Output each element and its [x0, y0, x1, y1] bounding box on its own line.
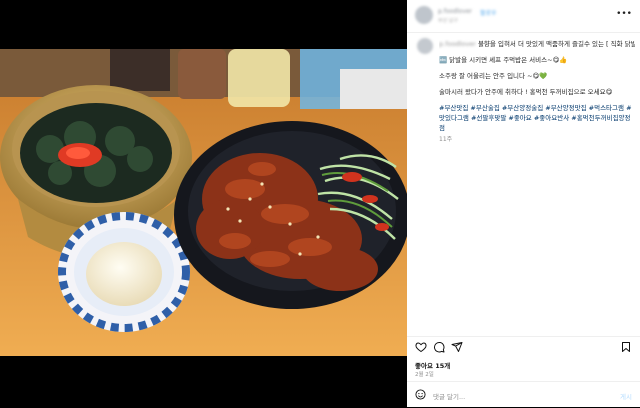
comment-bar: 댓글 달기... 게시	[407, 381, 640, 408]
caption-line: 소주랑 잘 어울리는 안주 입니다 ~😋💚	[439, 72, 548, 80]
food-photo-illustration	[0, 49, 407, 356]
post-details-panel: p.foodlover 팔로우 부산 남구 ••• p.foodlover 불향…	[407, 0, 640, 407]
post-comment-button[interactable]: 게시	[620, 391, 632, 401]
author-username[interactable]: p.foodlover	[438, 8, 472, 15]
comment-icon[interactable]	[433, 341, 445, 353]
more-horizontal-icon[interactable]: •••	[616, 9, 632, 19]
author-avatar[interactable]	[415, 6, 433, 24]
emoji-icon[interactable]	[415, 389, 426, 400]
caption-time: 11주	[439, 136, 453, 143]
follow-button[interactable]: 팔로우	[480, 8, 497, 17]
heart-icon[interactable]	[415, 341, 427, 353]
post-date: 2월 2일	[415, 372, 434, 378]
caption-line: 술마시러 왔다가 안주에 취하다 ! 홍먹천 두꺼비집으로 오세요😋	[439, 88, 613, 96]
caption-body: p.foodlover 불향을 입혀서 더 맛있게 맥줌하게 즐길수 있는 [ …	[439, 39, 635, 145]
comment-input[interactable]: 댓글 달기...	[433, 391, 465, 401]
post-media-area	[0, 0, 407, 407]
post-location[interactable]: 부산 남구	[438, 17, 458, 24]
caption-line: 불향을 입혀서 더 맛있게 맥줌하게 즐길수 있는 [ 직화 닭발🐔]	[477, 40, 635, 48]
caption-author-username[interactable]: p.foodlover	[439, 40, 476, 48]
post-header: p.foodlover 팔로우 부산 남구 •••	[407, 0, 640, 33]
bookmark-icon[interactable]	[620, 341, 632, 353]
caption-line: 🔤 닭발을 시키면 셰프 주먹밥은 서비스~😋👍	[439, 56, 568, 64]
caption-hashtags[interactable]: #부산맛집 #부산술집 #부산양정술집 #부산양정맛집 #먹스타그램 #맛있다그…	[439, 103, 635, 133]
post-actions-bar	[407, 336, 640, 357]
share-icon[interactable]	[451, 341, 463, 353]
like-count[interactable]: 좋아요 15개	[415, 360, 450, 370]
caption-author-avatar[interactable]	[417, 38, 433, 54]
post-photo[interactable]	[0, 49, 407, 356]
